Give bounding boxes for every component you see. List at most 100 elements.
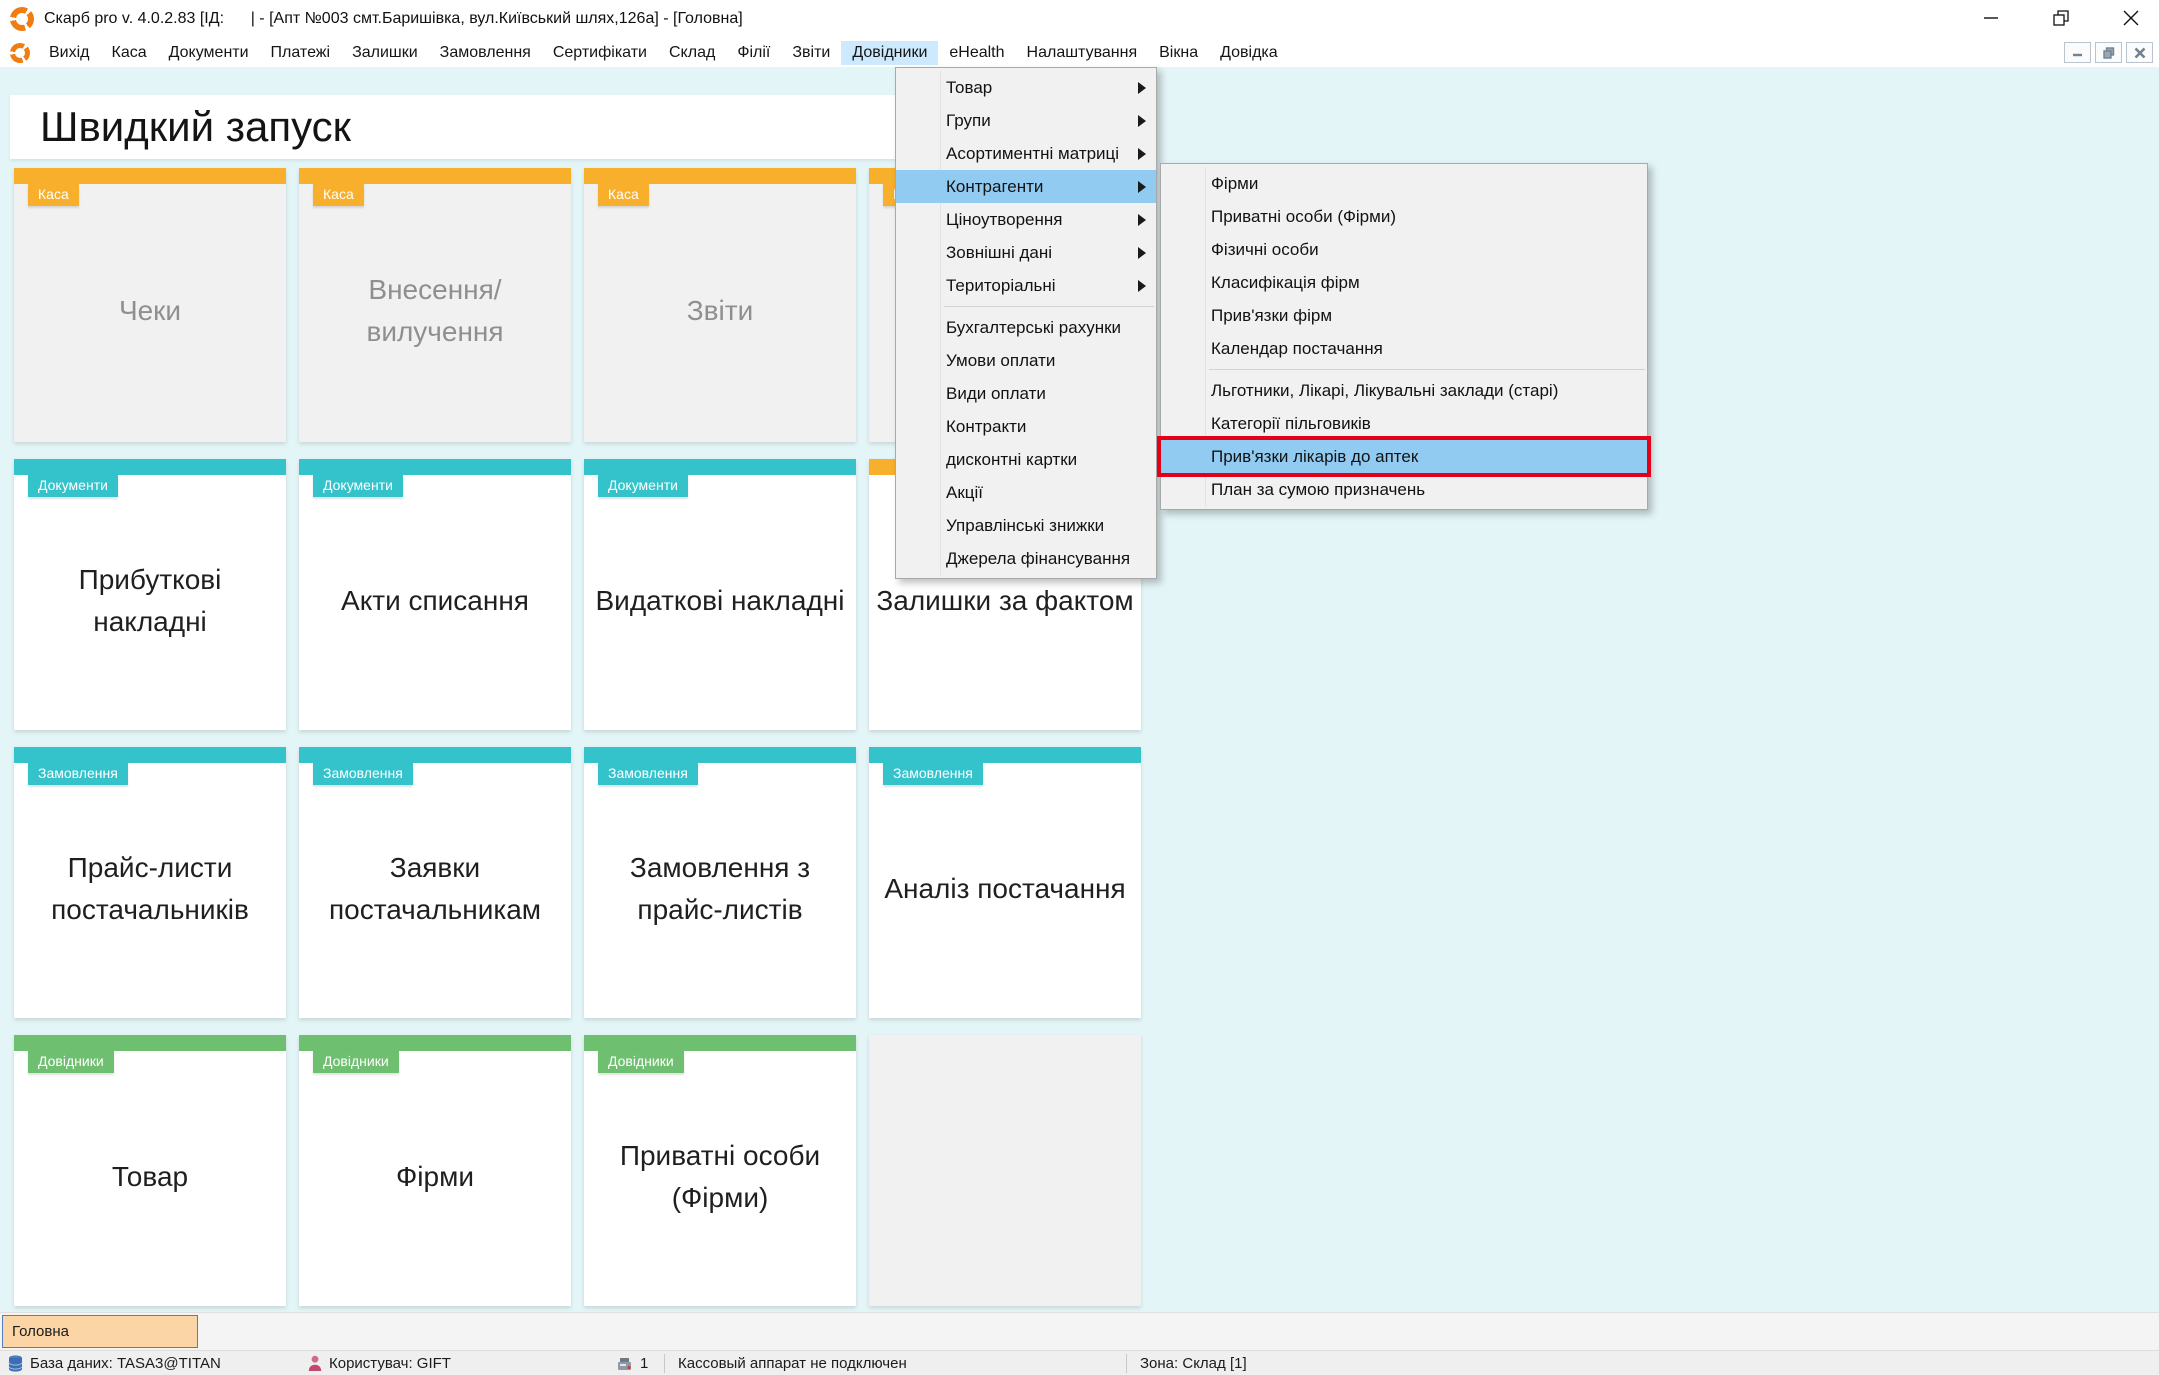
tile-analiz-postachannia[interactable]: Замовлення Аналіз постачання — [869, 747, 1141, 1018]
submenu-item-firmy[interactable]: Фірми — [1161, 167, 1647, 200]
tile-tovar[interactable]: Довідники Товар — [14, 1035, 286, 1306]
menu-item-zvity[interactable]: Звіти — [781, 41, 841, 65]
tile-category-bar — [584, 1035, 856, 1051]
status-user-label: Користувач: GIFT — [329, 1355, 451, 1372]
tile-cheky[interactable]: Каса Чеки — [14, 168, 286, 442]
menu-item-label: Прив'язки лікарів до аптек — [1211, 447, 1418, 467]
mdi-minimize-button[interactable] — [2064, 42, 2091, 63]
menu-item-vyhid[interactable]: Вихід — [38, 41, 101, 65]
submenu-item-fizychni-osoby[interactable]: Фізичні особи — [1161, 233, 1647, 266]
tile-category-bar — [14, 168, 286, 184]
menu-item-dovidka[interactable]: Довідка — [1209, 41, 1289, 65]
submenu-item-kalendar-postachannia[interactable]: Календар постачання — [1161, 332, 1647, 365]
menu-item-label: Територіальні — [946, 276, 1056, 296]
tile-prais-lysty-postachalnykiv[interactable]: Замовлення Прайс-листи постачальників — [14, 747, 286, 1018]
tile-empty — [869, 1035, 1141, 1306]
submenu-arrow-icon — [1138, 115, 1146, 127]
minimize-button[interactable] — [1965, 0, 2017, 36]
menu-item-zamovlennia[interactable]: Замовлення — [429, 41, 542, 65]
dropdown-item-bukhhalterski-rakhunky[interactable]: Бухгалтерські рахунки — [896, 311, 1156, 344]
status-separator — [1126, 1354, 1127, 1373]
tile-category-bar — [299, 168, 571, 184]
tile-label: Звіти — [590, 184, 850, 438]
page-title: Швидкий запуск — [40, 103, 351, 151]
submenu-item-klasyfikatsiia-firm[interactable]: Класифікація фірм — [1161, 266, 1647, 299]
tile-zvity[interactable]: Каса Звіти — [584, 168, 856, 442]
menu-item-zalyshky[interactable]: Залишки — [341, 41, 429, 65]
dropdown-item-hrupy[interactable]: Групи — [896, 104, 1156, 137]
menu-item-label: Льготники, Лікарі, Лікувальні заклади (с… — [1211, 381, 1558, 401]
dropdown-item-zovnishni-dani[interactable]: Зовнішні дані — [896, 236, 1156, 269]
submenu-item-pryviazky-likariv-do-aptek[interactable]: Прив'язки лікарів до аптек — [1161, 440, 1647, 473]
tile-zamovlennia-z-prais-lystiv[interactable]: Замовлення Замовлення з прайс-листів — [584, 747, 856, 1018]
submenu-item-katehorii-pilhovykiv[interactable]: Категорії пільговиків — [1161, 407, 1647, 440]
menu-item-ehealth[interactable]: eHealth — [938, 41, 1015, 65]
mdi-close-button[interactable] — [2126, 42, 2153, 63]
restore-button[interactable] — [2035, 0, 2087, 36]
menu-item-platezhi[interactable]: Платежі — [260, 41, 342, 65]
dropdown-item-aktsii[interactable]: Акції — [896, 476, 1156, 509]
status-zone-label: Зона: Склад [1] — [1140, 1355, 1247, 1372]
tile-firmy[interactable]: Довідники Фірми — [299, 1035, 571, 1306]
tab-strip: Головна — [0, 1312, 2159, 1350]
menu-item-dokumenty[interactable]: Документи — [158, 41, 260, 65]
tile-label: Приватні особи (Фірми) — [590, 1051, 850, 1302]
tile-vnesennia-vyluchennia[interactable]: Каса Внесення/вилучення — [299, 168, 571, 442]
tile-category-bar — [584, 747, 856, 763]
menu-item-label: Умови оплати — [946, 351, 1055, 371]
menu-item-label: Класифікація фірм — [1211, 273, 1360, 293]
dropdown-item-upravlinski-znyzhky[interactable]: Управлінські знижки — [896, 509, 1156, 542]
tile-label: Видаткові накладні — [590, 475, 850, 726]
dovidnyky-dropdown-menu: Товар Групи Асортиментні матриці Контраг… — [895, 67, 1157, 579]
dropdown-item-kontrakty[interactable]: Контракти — [896, 410, 1156, 443]
menu-item-label: План за сумою призначень — [1211, 480, 1425, 500]
dropdown-item-tovar[interactable]: Товар — [896, 71, 1156, 104]
menu-bar: Вихід Каса Документи Платежі Залишки Зам… — [0, 39, 2159, 67]
dropdown-item-asortymentni-matrytsi[interactable]: Асортиментні матриці — [896, 137, 1156, 170]
mdi-restore-button[interactable] — [2095, 42, 2122, 63]
tile-akty-spysannia[interactable]: Документи Акти списання — [299, 459, 571, 730]
dropdown-item-vydy-oplaty[interactable]: Види оплати — [896, 377, 1156, 410]
status-user: Користувач: GIFT — [308, 1351, 451, 1375]
menu-item-sklad[interactable]: Склад — [658, 41, 726, 65]
application-window: Скарб pro v. 4.0.2.83 [ІД: | - [Апт №003… — [0, 0, 2159, 1375]
tile-prybutkovi-nakladni[interactable]: Документи Прибуткові накладні — [14, 459, 286, 730]
tile-category-bar — [14, 1035, 286, 1051]
menu-item-kasa[interactable]: Каса — [101, 41, 158, 65]
dropdown-item-terytorialni[interactable]: Територіальні — [896, 269, 1156, 302]
menu-item-label: Календар постачання — [1211, 339, 1383, 359]
tile-pryvatni-osoby-firmy[interactable]: Довідники Приватні особи (Фірми) — [584, 1035, 856, 1306]
dropdown-item-dyskontni-kartky[interactable]: дисконтні картки — [896, 443, 1156, 476]
submenu-arrow-icon — [1138, 181, 1146, 193]
submenu-arrow-icon — [1138, 148, 1146, 160]
submenu-item-pryvatni-osoby-firmy[interactable]: Приватні особи (Фірми) — [1161, 200, 1647, 233]
dropdown-item-tsinoutvorennia[interactable]: Ціноутворення — [896, 203, 1156, 236]
dropdown-item-dzherela-finansuvannia[interactable]: Джерела фінансування — [896, 542, 1156, 575]
menu-item-nalashtuvannia[interactable]: Налаштування — [1016, 41, 1149, 65]
menu-item-filii[interactable]: Філії — [726, 41, 781, 65]
submenu-item-plan-za-sumoiu-pryznachen[interactable]: План за сумою призначень — [1161, 473, 1647, 506]
page-header: Швидкий запуск — [10, 95, 907, 159]
tile-zaiavky-postachalnykam[interactable]: Замовлення Заявки постачальникам — [299, 747, 571, 1018]
database-icon — [8, 1355, 23, 1372]
status-separator — [664, 1354, 665, 1373]
tab-holovna[interactable]: Головна — [2, 1315, 198, 1348]
menu-item-dovidnyky[interactable]: Довідники — [841, 41, 938, 65]
tile-label: Фірми — [305, 1051, 565, 1302]
tile-vydatkovi-nakladni[interactable]: Документи Видаткові накладні — [584, 459, 856, 730]
menu-item-sertyfikaty[interactable]: Сертифікати — [542, 41, 658, 65]
menu-item-label: Управлінські знижки — [946, 516, 1104, 536]
submenu-arrow-icon — [1138, 247, 1146, 259]
menu-item-label: Види оплати — [946, 384, 1046, 404]
status-database-label: База даних: TASA3@TITAN — [30, 1355, 221, 1372]
submenu-arrow-icon — [1138, 214, 1146, 226]
menu-item-vikna[interactable]: Вікна — [1148, 41, 1209, 65]
submenu-item-lhotnyky-likari-zaklady[interactable]: Льготники, Лікарі, Лікувальні заклади (с… — [1161, 374, 1647, 407]
tile-label: Аналіз постачання — [875, 763, 1135, 1014]
submenu-item-pryviazky-firm[interactable]: Прив'язки фірм — [1161, 299, 1647, 332]
kontrahenty-submenu: Фірми Приватні особи (Фірми) Фізичні осо… — [1160, 163, 1648, 510]
menu-item-label: Контрагенти — [946, 177, 1043, 197]
dropdown-item-kontrahenty[interactable]: Контрагенти — [896, 170, 1156, 203]
dropdown-item-umovy-oplaty[interactable]: Умови оплати — [896, 344, 1156, 377]
close-button[interactable] — [2105, 0, 2157, 36]
